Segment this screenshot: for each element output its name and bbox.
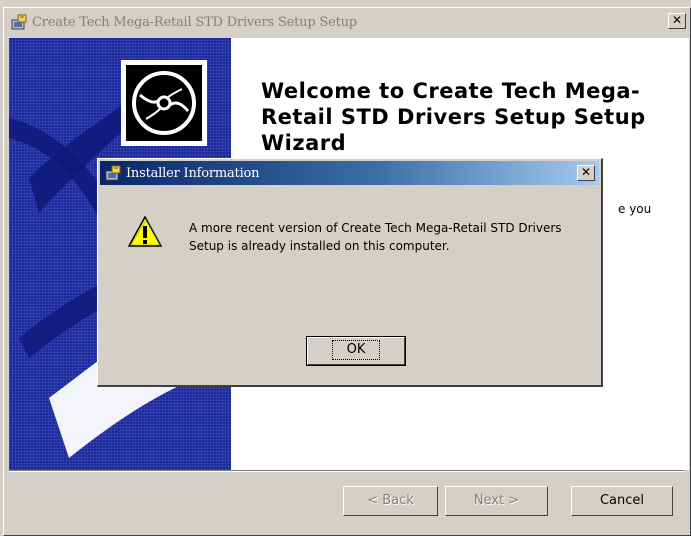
ok-button-label: OK bbox=[331, 340, 381, 360]
setup-window-close-button[interactable]: ✕ bbox=[668, 13, 686, 29]
back-button[interactable]: < Back bbox=[343, 486, 438, 516]
installer-icon bbox=[105, 165, 121, 181]
dialog-titlebar[interactable]: Installer Information ✕ bbox=[100, 161, 599, 185]
installer-icon bbox=[11, 14, 27, 30]
installer-information-dialog: Installer Information ✕ A more recent ve… bbox=[97, 158, 603, 387]
cancel-button[interactable]: Cancel bbox=[571, 486, 673, 516]
setup-window-titlebar[interactable]: Create Tech Mega-Retail STD Drivers Setu… bbox=[6, 10, 688, 34]
welcome-heading: Welcome to Create Tech Mega-Retail STD D… bbox=[261, 79, 646, 155]
setup-window-title: Create Tech Mega-Retail STD Drivers Setu… bbox=[32, 14, 357, 30]
dialog-close-button[interactable]: ✕ bbox=[577, 165, 595, 181]
next-button[interactable]: Next > bbox=[445, 486, 548, 516]
dialog-title: Installer Information bbox=[126, 165, 260, 181]
cd-disc-icon bbox=[132, 71, 196, 135]
button-separator bbox=[9, 470, 685, 472]
ok-button[interactable]: OK bbox=[306, 336, 406, 366]
dialog-message: A more recent version of Create Tech Meg… bbox=[189, 221, 562, 253]
warning-icon bbox=[128, 215, 162, 247]
welcome-body-text: e you bbox=[618, 202, 652, 216]
disc-logo-frame bbox=[121, 60, 207, 146]
